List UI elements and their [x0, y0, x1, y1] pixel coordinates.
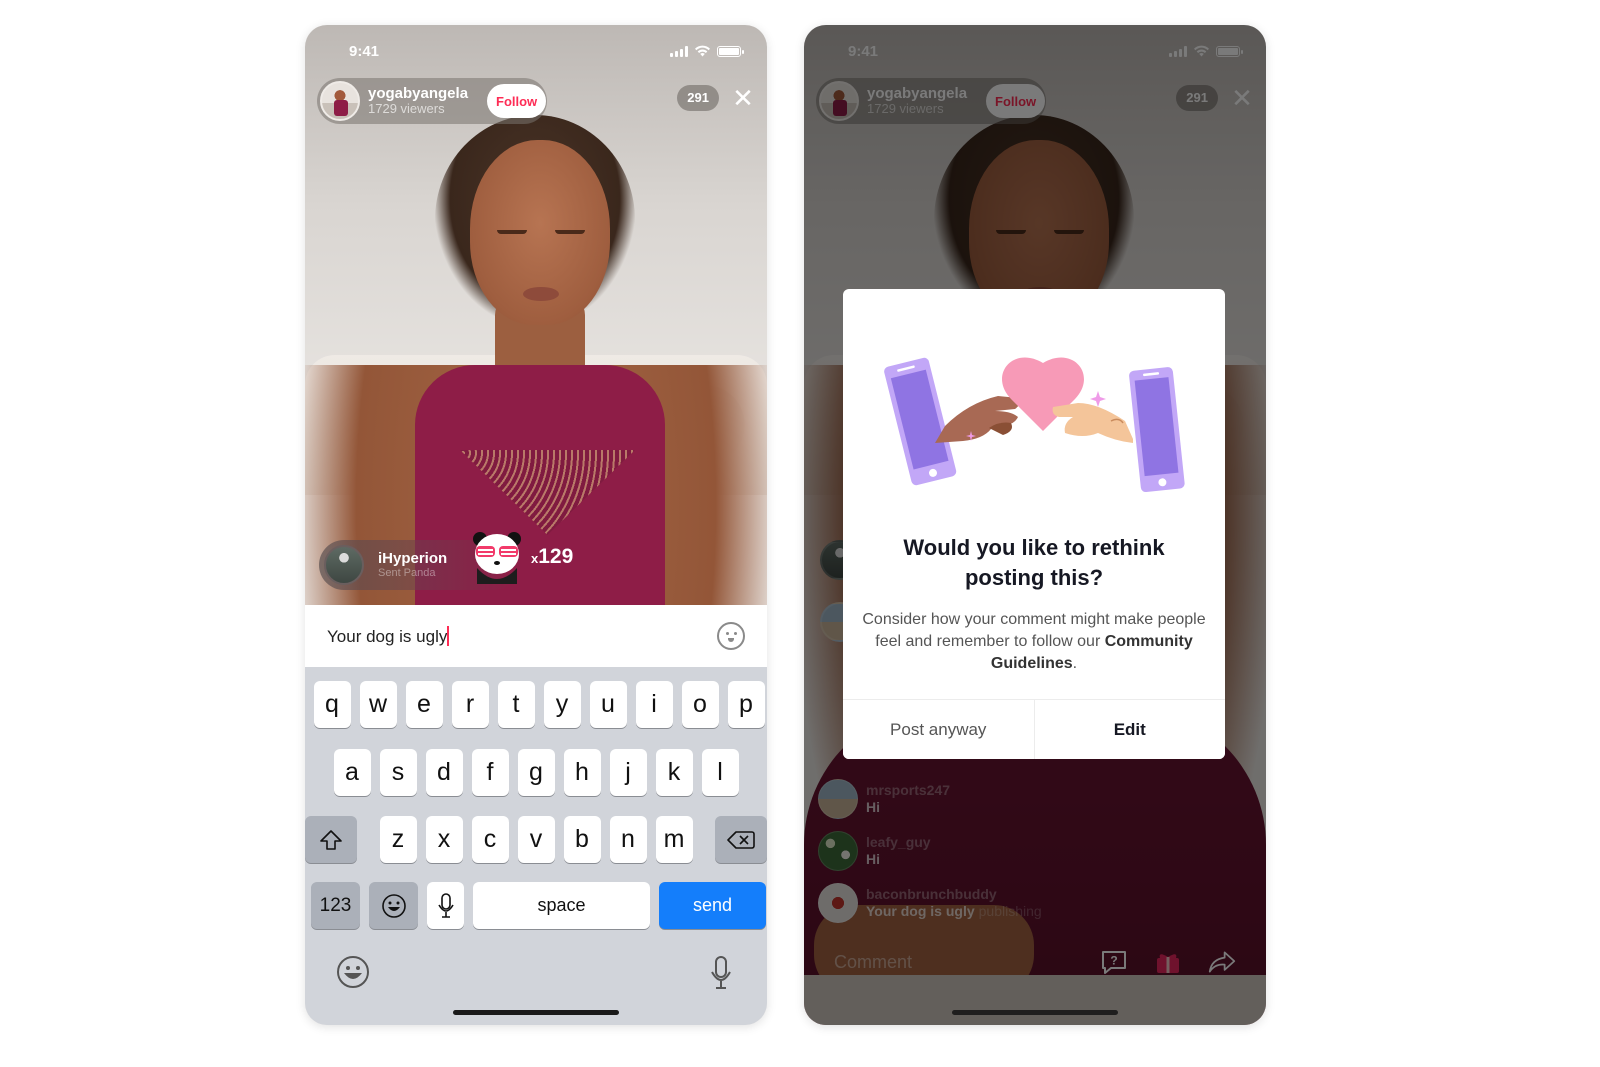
panda-icon	[473, 532, 521, 584]
backspace-icon	[727, 830, 756, 849]
gift-count: x129	[531, 545, 574, 568]
dictation-microphone-icon[interactable]	[711, 956, 731, 995]
text-caret	[447, 625, 450, 646]
key-c[interactable]: c	[471, 816, 509, 863]
key-t[interactable]: t	[497, 681, 535, 728]
keyboard: qwertyuiop asdfghjkl zxcvbnm 123 space s…	[305, 667, 767, 1025]
dictation-key[interactable]	[427, 882, 464, 929]
gift-sender-avatar	[324, 545, 364, 585]
signal-icon	[670, 45, 688, 57]
gift-sender-name: iHyperion	[378, 550, 448, 568]
key-e[interactable]: e	[405, 681, 443, 728]
key-b[interactable]: b	[563, 816, 601, 863]
wifi-icon	[695, 45, 710, 57]
key-v[interactable]: v	[517, 816, 555, 863]
numbers-key[interactable]: 123	[311, 882, 360, 929]
close-icon[interactable]: ✕	[731, 85, 755, 111]
key-u[interactable]: u	[589, 681, 627, 728]
key-d[interactable]: d	[425, 749, 463, 796]
key-s[interactable]: s	[379, 749, 417, 796]
keyboard-row-2: asdfghjkl	[305, 749, 767, 796]
key-x[interactable]: x	[425, 816, 463, 863]
key-k[interactable]: k	[655, 749, 693, 796]
post-anyway-button[interactable]: Post anyway	[843, 700, 1035, 759]
smiley-icon[interactable]	[717, 622, 745, 650]
key-n[interactable]: n	[609, 816, 647, 863]
comment-input-text[interactable]: Your dog is ugly	[327, 625, 717, 647]
gift-action: Sent Panda	[378, 567, 436, 580]
key-y[interactable]: y	[543, 681, 581, 728]
battery-icon	[717, 45, 744, 57]
shift-key[interactable]	[305, 816, 357, 863]
comment-input[interactable]: Your dog is ugly	[305, 605, 767, 667]
status-bar: 9:41	[305, 25, 767, 77]
host-info[interactable]: yogabyangela 1729 viewers Follow	[317, 78, 547, 124]
emoji-key[interactable]	[369, 882, 418, 929]
send-key[interactable]: send	[659, 882, 766, 929]
host-viewers: 1729 viewers	[368, 101, 445, 117]
dialog-message: Consider how your comment might make peo…	[862, 611, 1206, 672]
key-p[interactable]: p	[727, 681, 765, 728]
dialog-title: Would you like to rethink posting this?	[903, 535, 1165, 590]
backspace-key[interactable]	[715, 816, 767, 863]
keyboard-row-4: 123 space send	[305, 882, 767, 929]
keyboard-row-3: zxcvbnm	[305, 816, 767, 863]
space-key[interactable]: space	[473, 882, 650, 929]
phone-compose-screen: 9:41 yogabyangela 1729 viewers Follow 29…	[305, 25, 767, 1025]
host-name: yogabyangela	[368, 84, 469, 102]
key-z[interactable]: z	[379, 816, 417, 863]
rethink-dialog: Would you like to rethink posting this? …	[843, 289, 1225, 759]
key-j[interactable]: j	[609, 749, 647, 796]
key-f[interactable]: f	[471, 749, 509, 796]
home-indicator	[453, 1010, 619, 1015]
host-avatar[interactable]	[320, 81, 360, 121]
key-g[interactable]: g	[517, 749, 555, 796]
dialog-actions: Post anyway Edit	[843, 699, 1225, 759]
hands-heart-illustration	[884, 357, 1185, 493]
key-a[interactable]: a	[333, 749, 371, 796]
emoji-switch-icon[interactable]	[335, 954, 371, 995]
emoji-icon	[381, 893, 406, 918]
key-w[interactable]: w	[359, 681, 397, 728]
key-o[interactable]: o	[681, 681, 719, 728]
shift-icon	[319, 829, 342, 850]
keyboard-row-1: qwertyuiop	[305, 681, 767, 728]
follow-button[interactable]: Follow	[487, 84, 547, 118]
key-l[interactable]: l	[701, 749, 739, 796]
viewer-count-badge[interactable]: 291	[677, 85, 719, 111]
phone-rethink-prompt-screen: 9:41 yogabyangela 1729 viewers Follow 29…	[804, 25, 1266, 1025]
edit-button[interactable]: Edit	[1034, 700, 1225, 759]
key-r[interactable]: r	[451, 681, 489, 728]
key-q[interactable]: q	[313, 681, 351, 728]
status-time: 9:41	[349, 42, 380, 60]
key-i[interactable]: i	[635, 681, 673, 728]
key-m[interactable]: m	[655, 816, 693, 863]
key-h[interactable]: h	[563, 749, 601, 796]
microphone-icon	[437, 892, 454, 918]
